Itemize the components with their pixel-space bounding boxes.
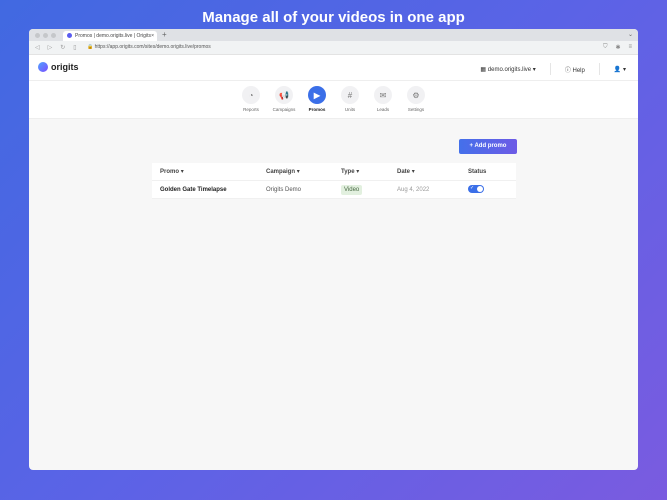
chevron-down-icon[interactable]: ⌄ [628,31,633,38]
extension-icon[interactable]: ✱ [615,44,620,51]
add-promo-button[interactable]: + Add promo [459,139,517,154]
nav-promos[interactable]: ▶ Promos [306,86,329,118]
main-nav: ◔ Reports 📢 Campaigns ▶ Promos # Units ✉ Lead… [29,81,638,119]
sort-type[interactable]: Type ▾ [341,168,397,175]
forward-icon[interactable]: ▷ [48,44,53,51]
nav-settings[interactable]: ⚙ Settings [405,86,428,118]
status-header: Status [468,169,516,175]
logo[interactable]: origits [38,62,79,72]
site-selector-label: demo.origits.live [487,66,532,73]
app-header: origits ▦ demo.origits.live ▾ ⓘ Help 👤 ▾ [29,55,638,81]
menu-icon[interactable]: ≡ [628,44,632,51]
sort-campaign[interactable]: Campaign ▾ [266,168,341,175]
nav-label: Leads [376,107,390,112]
table-row[interactable]: Golden Gate Timelapse Origits Demo Video… [152,181,516,199]
help-button[interactable]: ⓘ Help [565,65,585,74]
type-badge: Video [341,184,363,195]
nav-reports[interactable]: ◔ Reports [240,86,263,118]
shield-icon[interactable]: ⛉ [603,44,608,51]
nav-campaigns[interactable]: 📢 Campaigns [273,86,296,118]
tab-title: Promos | demo.origits.live | Origits [75,33,151,39]
status-toggle[interactable] [468,184,484,193]
mail-icon: ✉ [374,86,392,104]
header-label: Date [397,169,411,175]
divider [598,63,600,75]
header-label: Status [468,168,487,175]
header-label: Campaign [266,169,296,175]
user-menu[interactable]: 👤 ▾ [614,66,626,73]
favicon-icon [67,33,72,38]
reports-icon: ◔ [242,86,260,104]
site-selector[interactable]: ▦ demo.origits.live ▾ [480,66,535,73]
url-text: https://app.origits.com/sites/demo.origi… [94,44,211,50]
url-input[interactable]: 🔒 https://app.origits.com/sites/demo.ori… [87,44,211,50]
campaign-name: Origits Demo [266,186,302,193]
sort-promo[interactable]: Promo ▾ [152,168,266,175]
promo-date: Aug 4, 2022 [397,186,430,193]
play-icon: ▶ [308,86,326,104]
bookmark-icon[interactable]: ▯ [73,44,76,51]
window-controls[interactable] [35,33,56,38]
sort-date[interactable]: Date ▾ [397,168,468,175]
promo-name[interactable]: Golden Gate Timelapse [152,187,266,193]
megaphone-icon: 📢 [275,86,293,104]
table-header: Promo ▾ Campaign ▾ Type ▾ Date ▾ Status [152,163,516,181]
hash-icon: # [341,86,359,104]
tab-bar: Promos | demo.origits.live | Origits × + … [29,29,638,41]
logo-text: origits [51,62,79,72]
headline: Manage all of your videos in one app [202,9,465,26]
nav-label: Campaigns [272,107,296,112]
close-tab-icon[interactable]: × [151,33,154,39]
nav-units[interactable]: # Units [339,86,362,118]
gear-icon: ⚙ [407,86,425,104]
nav-leads[interactable]: ✉ Leads [372,86,395,118]
browser-tab[interactable]: Promos | demo.origits.live | Origits × [63,31,157,41]
nav-label: Settings [407,107,425,112]
grid-icon: ▦ [480,66,488,73]
address-bar: ◁ ▷ ↻ ▯ 🔒 https://app.origits.com/sites/dem… [29,41,638,55]
new-tab-button[interactable]: + [162,30,167,39]
reload-icon[interactable]: ↻ [60,44,65,51]
nav-label: Units [344,107,356,112]
divider [549,63,551,75]
nav-label: Promos [308,107,326,112]
help-label: Help [572,67,585,74]
nav-label: Reports [243,107,259,112]
back-icon[interactable]: ◁ [35,44,40,51]
logo-icon [38,62,48,72]
header-label: Type [341,169,355,175]
user-icon: 👤 [613,66,622,73]
browser-window: Promos | demo.origits.live | Origits × + … [29,29,638,470]
promos-table: Promo ▾ Campaign ▾ Type ▾ Date ▾ Status … [152,163,516,199]
header-label: Promo [160,169,180,175]
